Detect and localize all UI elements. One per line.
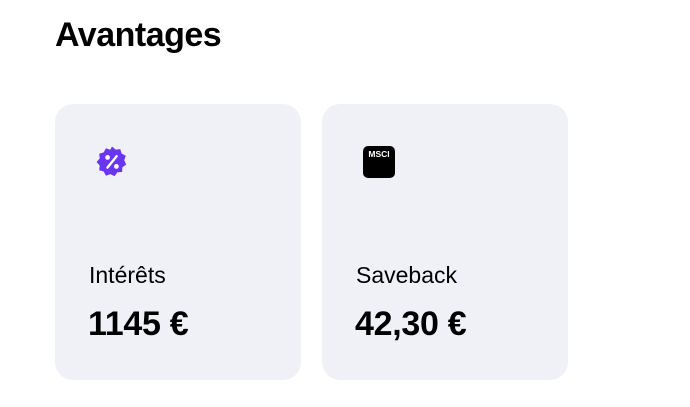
msci-logo-icon: MSCI bbox=[362, 145, 396, 179]
msci-logo-text: MSCI bbox=[368, 149, 389, 159]
card-value: 1145 € bbox=[88, 305, 189, 343]
card-saveback[interactable]: MSCI Saveback 42,30 € bbox=[322, 104, 568, 380]
section-title: Avantages bbox=[55, 16, 222, 54]
benefits-cards: Intérêts 1145 € MSCI Saveback 42,30 € bbox=[55, 104, 568, 380]
card-interets[interactable]: Intérêts 1145 € bbox=[55, 104, 301, 380]
card-label: Saveback bbox=[356, 262, 458, 288]
card-value: 42,30 € bbox=[355, 305, 467, 343]
percent-badge-icon bbox=[95, 145, 129, 179]
card-label: Intérêts bbox=[89, 262, 166, 288]
